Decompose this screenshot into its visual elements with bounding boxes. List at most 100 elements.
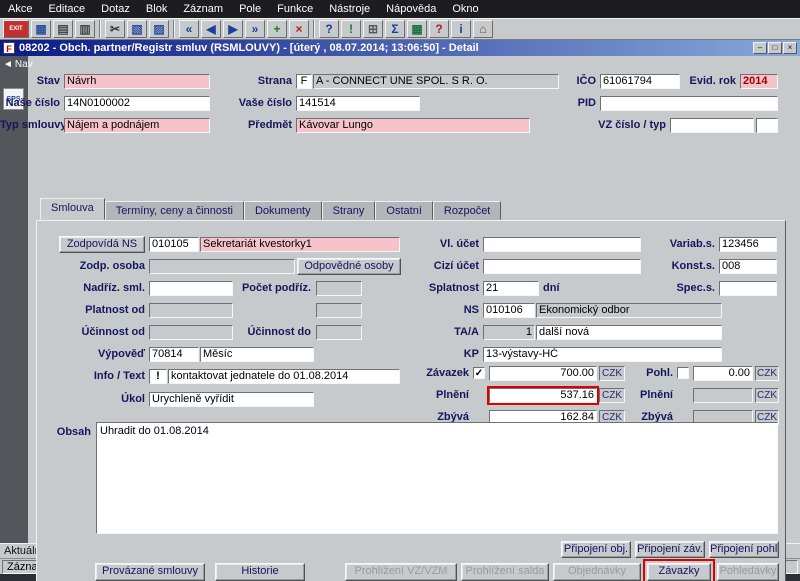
menu-item-editace[interactable]: Editace bbox=[40, 0, 93, 18]
menu-item-blok[interactable]: Blok bbox=[138, 0, 175, 18]
exit-form-icon[interactable]: ⌂ bbox=[473, 20, 493, 38]
tab-ostatni[interactable]: Ostatní bbox=[375, 201, 433, 220]
vase-cislo-field[interactable]: 141514 bbox=[296, 96, 420, 111]
print-preview-icon[interactable]: ▥ bbox=[75, 20, 95, 38]
minimize-icon[interactable]: – bbox=[753, 42, 767, 54]
variab-s-field[interactable]: 123456 bbox=[719, 237, 777, 252]
ns-name-field: Ekonomický odbor bbox=[536, 303, 722, 318]
info-text-field[interactable]: kontaktovat jednatele do 01.08.2014 bbox=[168, 369, 400, 384]
zavazek-field[interactable]: 700.00 bbox=[489, 366, 597, 381]
zodpovida-ns-name-field[interactable]: Sekretariát kvestorky1 bbox=[200, 237, 400, 252]
ukol-field[interactable]: Urychleně vyřídit bbox=[149, 392, 314, 407]
zavazek-checkbox[interactable]: ✓ bbox=[473, 367, 485, 379]
nav-collapse[interactable]: ◄ Nav bbox=[0, 56, 33, 70]
exit-button[interactable]: EXIT bbox=[3, 20, 29, 38]
app-icon: F bbox=[3, 42, 15, 54]
zavazek-currency: CZK bbox=[599, 366, 625, 381]
pohl-field[interactable]: 0.00 bbox=[693, 366, 753, 381]
nadriz-sml-field[interactable] bbox=[149, 281, 233, 296]
vz-cislo-field[interactable] bbox=[670, 118, 754, 133]
restore-icon[interactable]: □ bbox=[768, 42, 782, 54]
menu-item-pole[interactable]: Pole bbox=[231, 0, 269, 18]
calculator-icon[interactable]: ⊞ bbox=[363, 20, 383, 38]
zodp-osoba-label: Zodp. osoba bbox=[79, 260, 145, 272]
stav-field[interactable]: Návrh bbox=[64, 74, 210, 89]
toolbar: EXIT ▦ ▤ ▥ ✂ ▧ ▨ «◀ ▶» + ×?! ⊞ Σ ▦? i ⌂ bbox=[0, 18, 800, 40]
vypoved-code-field[interactable]: 70814 bbox=[149, 347, 199, 362]
menu-item-zaznam[interactable]: Záznam bbox=[175, 0, 231, 18]
vypoved-label: Výpověď bbox=[97, 348, 145, 360]
window-titlebar[interactable]: F 08202 - Obch. partner/Registr smluv (R… bbox=[0, 40, 800, 56]
excel-export-icon[interactable]: ▦ bbox=[407, 20, 427, 38]
first-record-icon[interactable]: « bbox=[179, 20, 199, 38]
historie-button[interactable]: Historie bbox=[215, 563, 305, 581]
pripojeni-pohl-button[interactable]: Připojení pohl. bbox=[709, 541, 779, 558]
window-title: 08202 - Obch. partner/Registr smluv (RSM… bbox=[19, 42, 479, 54]
typ-smlouvy-field[interactable]: Nájem a podnájem bbox=[64, 118, 210, 133]
pid-label: PID bbox=[577, 97, 596, 109]
spec-s-field[interactable] bbox=[719, 281, 777, 296]
insert-record-icon[interactable]: + bbox=[267, 20, 287, 38]
tab-smlouva[interactable]: Smlouva bbox=[40, 198, 105, 220]
zavazky-button[interactable]: Závazky bbox=[643, 559, 715, 581]
info-flag-field[interactable]: ! bbox=[149, 369, 167, 384]
vypoved-text-field[interactable]: Měsíc bbox=[200, 347, 314, 362]
zodpovida-ns-button[interactable]: Zodpovídá NS bbox=[59, 236, 145, 253]
print-icon[interactable]: ▤ bbox=[53, 20, 73, 38]
kp-field[interactable]: 13-výstavy-HČ bbox=[483, 347, 722, 362]
tab-dokumenty[interactable]: Dokumenty bbox=[243, 201, 322, 220]
menu-item-nastroje[interactable]: Nástroje bbox=[321, 0, 378, 18]
strana-code-field[interactable]: F bbox=[296, 74, 312, 89]
cut-icon[interactable]: ✂ bbox=[105, 20, 125, 38]
pohl-checkbox[interactable] bbox=[677, 367, 689, 379]
spec-s-label: Spec.s. bbox=[676, 282, 715, 294]
tab-terminy[interactable]: Termíny, ceny a činnosti bbox=[104, 201, 244, 220]
pohl-currency: CZK bbox=[755, 366, 779, 381]
plneni-field[interactable]: 537.16 bbox=[487, 386, 599, 405]
toolbar-separator bbox=[99, 20, 101, 38]
zodpovida-ns-code-field[interactable]: 010105 bbox=[149, 237, 199, 252]
konst-s-field[interactable]: 008 bbox=[719, 259, 777, 274]
tab-rozpocet[interactable]: Rozpočet bbox=[432, 201, 502, 220]
zavazek-label: Závazek bbox=[426, 367, 469, 379]
nase-cislo-field[interactable]: 14N0100002 bbox=[64, 96, 210, 111]
enter-query-icon[interactable]: ? bbox=[319, 20, 339, 38]
ta-a-label: TA/A bbox=[454, 326, 479, 338]
menu-item-napoveda[interactable]: Nápověda bbox=[378, 0, 444, 18]
last-record-icon[interactable]: » bbox=[245, 20, 265, 38]
paste-icon[interactable]: ▨ bbox=[149, 20, 169, 38]
tab-strany[interactable]: Strany bbox=[321, 201, 376, 220]
pripojeni-obj-button[interactable]: Připojení obj. bbox=[561, 541, 631, 558]
odpovedne-osoby-button[interactable]: Odpovědné osoby bbox=[297, 258, 401, 275]
next-record-icon[interactable]: ▶ bbox=[223, 20, 243, 38]
menu-item-dotaz[interactable]: Dotaz bbox=[93, 0, 138, 18]
evid-rok-field[interactable]: 2014 bbox=[740, 74, 778, 89]
prev-record-icon[interactable]: ◀ bbox=[201, 20, 221, 38]
sum-icon[interactable]: Σ bbox=[385, 20, 405, 38]
ns-code-field[interactable]: 010106 bbox=[483, 303, 535, 318]
menu-item-okno[interactable]: Okno bbox=[444, 0, 486, 18]
cizi-ucet-field[interactable] bbox=[483, 259, 641, 274]
ta-a-field[interactable]: další nová bbox=[536, 325, 722, 340]
vl-ucet-label: Vl. účet bbox=[439, 238, 479, 250]
menu-item-funkce[interactable]: Funkce bbox=[269, 0, 321, 18]
info-icon[interactable]: i bbox=[451, 20, 471, 38]
ico-field[interactable]: 61061794 bbox=[600, 74, 680, 89]
provazane-smlouvy-button[interactable]: Provázané smlouvy bbox=[95, 563, 205, 581]
menu-item-akce[interactable]: Akce bbox=[0, 0, 40, 18]
copy-icon[interactable]: ▧ bbox=[127, 20, 147, 38]
vl-ucet-field[interactable] bbox=[483, 237, 641, 252]
objednavky-button: Objednávky bbox=[553, 563, 641, 581]
ucinnost-do-label: Účinnost do bbox=[247, 326, 311, 338]
predmet-field[interactable]: Kávovar Lungo bbox=[296, 118, 530, 133]
obsah-textarea[interactable]: Uhradit do 01.08.2014 bbox=[96, 422, 778, 534]
help-icon[interactable]: ? bbox=[429, 20, 449, 38]
execute-query-icon[interactable]: ! bbox=[341, 20, 361, 38]
pripojeni-zav-button[interactable]: Připojení záv. bbox=[635, 541, 705, 558]
splatnost-field[interactable]: 21 bbox=[483, 281, 539, 296]
pid-field[interactable] bbox=[600, 96, 778, 111]
vz-typ-field[interactable] bbox=[756, 118, 778, 133]
close-icon[interactable]: × bbox=[783, 42, 797, 54]
save-icon[interactable]: ▦ bbox=[31, 20, 51, 38]
delete-record-icon[interactable]: × bbox=[289, 20, 309, 38]
